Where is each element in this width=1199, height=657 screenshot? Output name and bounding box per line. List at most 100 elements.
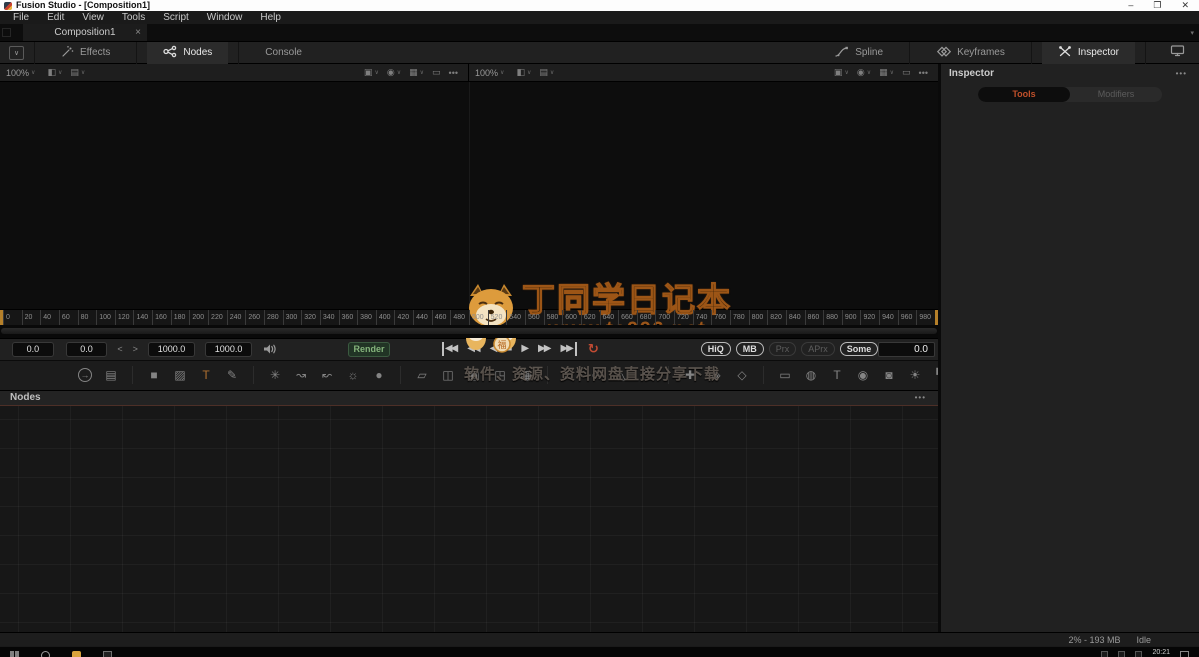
quality-mb-button[interactable]: MB [736, 342, 764, 356]
right-viewer[interactable] [470, 82, 939, 309]
color-curves-tool-icon[interactable]: ↝ [293, 364, 309, 386]
color-corrector-tool-icon[interactable]: ✳ [267, 364, 283, 386]
tray-icon[interactable] [1101, 651, 1108, 657]
ruler-tick: 640 [600, 310, 619, 325]
merge-3d-tool-icon[interactable]: ◉ [855, 364, 871, 386]
left-viewer-roi-icon[interactable]: ▣∨ [364, 67, 379, 78]
next-range-button[interactable]: > [133, 344, 138, 354]
render-start-field[interactable]: 0.0 [66, 342, 108, 357]
render-state: Idle [1136, 635, 1151, 645]
right-viewer-checker-icon[interactable]: ▦∨ [879, 67, 894, 78]
tab-overflow-icon[interactable]: ▾ [1190, 29, 1199, 37]
spline-button[interactable]: Spline [819, 42, 899, 64]
taskbar-clock[interactable]: 20:21 [1152, 649, 1170, 656]
tray-icon[interactable] [1135, 651, 1142, 657]
image-plane-3d-tool-icon[interactable]: ▭ [777, 364, 793, 386]
ruler-tick: 400 [376, 310, 395, 325]
menu-window[interactable]: Window [198, 11, 252, 24]
left-viewer[interactable] [0, 82, 470, 309]
text-plus-tool-icon[interactable]: T [198, 364, 214, 386]
menu-file[interactable]: File [4, 11, 38, 24]
taskbar-app-icon[interactable] [103, 651, 112, 657]
start-button-icon[interactable] [10, 651, 19, 657]
main-toolbar: ∨ Effects Nodes Console Spline [0, 42, 1199, 64]
right-viewer-viewer-menu-icon[interactable]: ••• [919, 68, 928, 78]
paint-tool-icon[interactable]: ✎ [224, 364, 240, 386]
minimize-button[interactable]: – [1128, 0, 1133, 11]
right-viewer-lut-icon[interactable]: ◉∨ [857, 67, 871, 78]
left-viewer-fit-frame-icon[interactable]: ▭ [432, 67, 441, 78]
global-start-field[interactable]: 0.0 [12, 342, 54, 357]
nodes-panel-menu-button[interactable]: ••• [915, 393, 938, 402]
skip-to-start-button[interactable]: ◀◀ [442, 342, 458, 356]
tab-tools[interactable]: Tools [978, 87, 1070, 102]
spot-light-3d-tool-icon[interactable]: ☀ [907, 364, 923, 386]
toolbar-separator [1145, 42, 1146, 64]
merge-tool-icon[interactable]: ◫ [440, 364, 456, 386]
clean-feed-button[interactable] [1156, 42, 1199, 64]
fastnoise-tool-icon[interactable]: ▨ [172, 364, 188, 386]
brightness-contrast-tool-icon[interactable]: ☼ [345, 364, 361, 386]
hue-curves-tool-icon[interactable]: ↜ [319, 364, 335, 386]
render-end-field[interactable]: 1000.0 [148, 342, 195, 357]
left-viewer-viewer-menu-icon[interactable]: ••• [449, 68, 458, 78]
global-end-field[interactable]: 1000.0 [205, 342, 252, 357]
svg-text:福: 福 [497, 339, 506, 350]
tab-composition1[interactable]: Composition1 × [23, 24, 147, 41]
maximize-button[interactable]: ❐ [1153, 0, 1161, 11]
audio-speaker-icon[interactable] [262, 343, 276, 355]
search-icon[interactable] [41, 651, 50, 657]
menu-edit[interactable]: Edit [38, 11, 73, 24]
shape-3d-tool-icon[interactable]: ◍ [803, 364, 819, 386]
planar-transform-tool-icon[interactable]: ◇ [734, 364, 750, 386]
tool-group-separator [253, 366, 254, 384]
tray-icon[interactable] [1118, 651, 1125, 657]
render-button[interactable]: Render [348, 342, 390, 357]
keyframes-button[interactable]: Keyframes [920, 42, 1021, 64]
inspector-panel: Inspector ••• Tools Modifiers [941, 64, 1199, 632]
left-viewer-split-view-icon[interactable]: ◧∨ [47, 67, 62, 78]
ruler-tick: 120 [115, 310, 134, 325]
left-viewer-checker-icon[interactable]: ▦∨ [409, 67, 424, 78]
menu-tools[interactable]: Tools [113, 11, 154, 24]
menu-view[interactable]: View [73, 11, 113, 24]
loader-tool-icon[interactable]: → [78, 368, 92, 382]
right-viewer-split-view-icon[interactable]: ◧∨ [516, 67, 531, 78]
right-viewer-fit-frame-icon[interactable]: ▭ [902, 67, 911, 78]
blur-tool-icon[interactable]: ● [371, 364, 387, 386]
panel-toggle-button[interactable]: ∨ [9, 46, 24, 60]
quality-aprx-button[interactable]: APrx [801, 342, 835, 356]
inspector-menu-button[interactable]: ••• [1176, 69, 1199, 78]
console-button[interactable]: Console [249, 42, 318, 64]
window-title: Fusion Studio - [Composition1] [16, 0, 150, 11]
tab-close-icon[interactable]: × [135, 27, 141, 38]
timeline-scrollbar[interactable] [0, 325, 938, 338]
timeline-scrollbar-thumb[interactable] [1, 328, 937, 334]
saver-tool-icon[interactable]: ▤ [103, 364, 119, 386]
tab-modifiers[interactable]: Modifiers [1070, 87, 1162, 102]
current-frame-field[interactable]: 0.0 [878, 342, 935, 357]
left-viewer-lut-icon[interactable]: ◉∨ [387, 67, 401, 78]
left-viewer-zoom-select[interactable]: 100%∨ [6, 68, 35, 78]
file-explorer-icon[interactable] [72, 651, 81, 657]
quality-prx-button[interactable]: Prx [769, 342, 797, 356]
menu-script[interactable]: Script [154, 11, 198, 24]
text-3d-tool-icon[interactable]: T [829, 364, 845, 386]
right-viewer-roi-icon[interactable]: ▣∨ [834, 67, 849, 78]
notification-center-icon[interactable] [1180, 651, 1189, 657]
menu-help[interactable]: Help [251, 11, 290, 24]
right-viewer-subview-icon[interactable]: ▤∨ [539, 67, 554, 78]
left-viewer-subview-icon[interactable]: ▤∨ [70, 67, 85, 78]
inspector-button[interactable]: Inspector [1042, 42, 1135, 64]
right-viewer-zoom-select[interactable]: 100%∨ [475, 68, 504, 78]
prev-range-button[interactable]: < [117, 344, 122, 354]
background-tool-icon[interactable]: ■ [146, 364, 162, 386]
nodes-button[interactable]: Nodes [147, 42, 228, 64]
node-editor-canvas[interactable] [0, 406, 938, 633]
timeline-ruler[interactable]: 0204060801001201401601802002202402602803… [0, 309, 938, 325]
close-button[interactable]: ✕ [1181, 0, 1189, 11]
transform-tool-icon[interactable]: ▱ [414, 364, 430, 386]
effects-button[interactable]: Effects [45, 42, 126, 64]
quality-some-button[interactable]: Some [840, 342, 879, 356]
camera-3d-tool-icon[interactable]: ◙ [881, 364, 897, 386]
